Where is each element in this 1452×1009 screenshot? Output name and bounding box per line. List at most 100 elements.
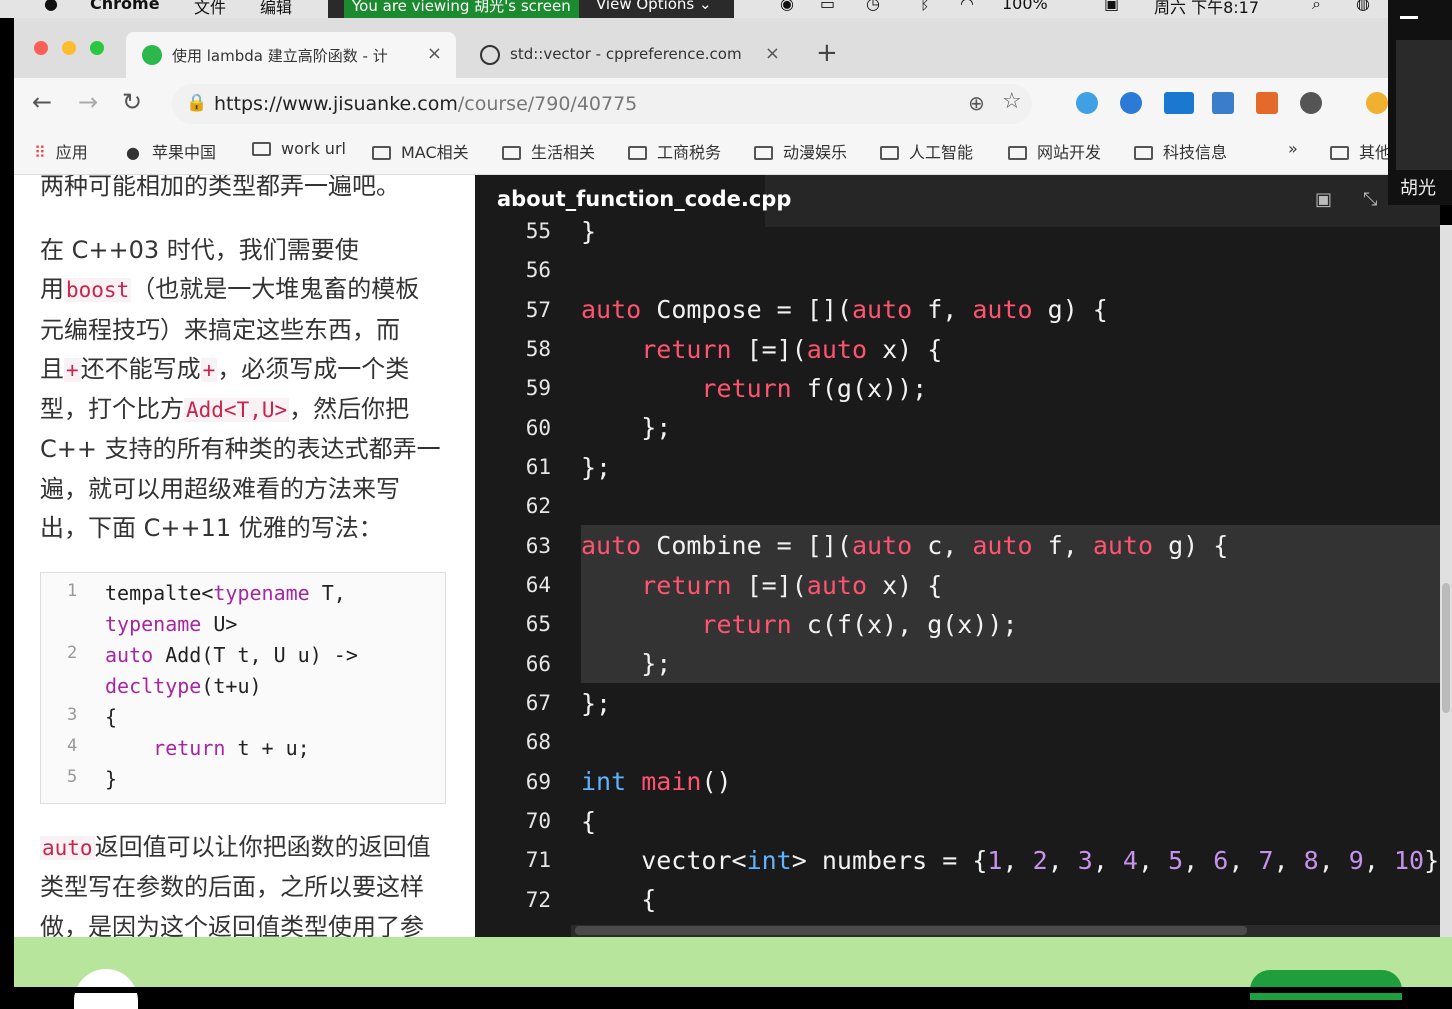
folder-icon: [880, 146, 899, 160]
code-line[interactable]: };: [581, 413, 671, 442]
bookmark-folder-tech[interactable]: 科技信息: [1134, 139, 1227, 163]
tab-close-icon[interactable]: ×: [765, 43, 780, 64]
code-line[interactable]: {: [581, 807, 596, 836]
inline-code: +: [64, 357, 81, 382]
horizontal-scrollbar-thumb[interactable]: [575, 926, 1247, 935]
bookmarks-more-button[interactable]: »: [1288, 139, 1298, 158]
menu-app-name[interactable]: Chrome: [90, 0, 160, 13]
extension-off-icon[interactable]: [1164, 92, 1194, 114]
spotlight-icon[interactable]: ⌕: [1312, 0, 1321, 14]
code-line[interactable]: };: [581, 453, 611, 482]
tab-cppreference[interactable]: std::vector - cppreference.com ×: [464, 32, 794, 78]
lock-icon[interactable]: 🔒: [186, 93, 207, 113]
bookmark-folder-webdev[interactable]: 网站开发: [1008, 139, 1101, 163]
view-options-label: View Options: [596, 0, 695, 13]
jisuanke-favicon-icon: [142, 45, 162, 65]
extension-icon[interactable]: [1300, 92, 1322, 114]
time-machine-icon[interactable]: ◷: [866, 0, 880, 13]
text: 且: [40, 354, 64, 383]
extension-icon[interactable]: [1120, 92, 1142, 114]
bookmark-folder-work-url[interactable]: work url: [252, 139, 346, 158]
line-number: 70: [525, 809, 551, 833]
line-number: 67: [525, 691, 551, 715]
code-keyword: return: [153, 736, 226, 760]
airplay-icon[interactable]: ▭: [820, 0, 835, 13]
extension-icon[interactable]: [1076, 92, 1098, 114]
line-number: 61: [525, 455, 551, 479]
code-line[interactable]: int main(): [581, 767, 732, 796]
maximize-window-icon[interactable]: [90, 41, 104, 55]
page-scrollbar-thumb[interactable]: [1442, 583, 1450, 713]
folder-icon: [252, 142, 271, 156]
clock-label[interactable]: 周六 下午8:17: [1154, 0, 1259, 18]
code-line[interactable]: return f(g(x));: [581, 374, 927, 403]
view-options-button[interactable]: View Options ⌄: [596, 0, 712, 13]
url-text[interactable]: https://www.jisuanke.com/course/790/4077…: [214, 93, 637, 115]
code-line[interactable]: return [=](auto x) {: [581, 571, 942, 600]
inline-code: boost: [64, 278, 132, 303]
bookmark-apps[interactable]: ⠿ 应用: [34, 139, 88, 163]
tab-label: 使用 lambda 建立高阶函数 - 计: [172, 47, 388, 65]
bookmark-star-icon[interactable]: ☆: [1002, 89, 1022, 114]
tab-close-icon[interactable]: ×: [427, 43, 442, 64]
save-icon[interactable]: ▣: [1315, 189, 1332, 210]
code-text: tempalte<typename T,: [105, 581, 346, 605]
input-method-icon[interactable]: ▣: [1104, 0, 1119, 13]
minimize-window-icon[interactable]: [62, 41, 76, 55]
article-line: 且+还不能写成+，必须写成一个类: [40, 350, 441, 390]
code-line[interactable]: return c(f(x), g(x));: [581, 610, 1017, 639]
line-number: 55: [525, 219, 551, 243]
siri-icon[interactable]: ◍: [1356, 0, 1370, 13]
editor-filename: about_function_code.cpp: [497, 187, 792, 211]
bookmark-folder-tax[interactable]: 工商税务: [628, 139, 721, 163]
bookmark-folder-other[interactable]: 其他: [1330, 139, 1388, 163]
bookmark-label: 科技信息: [1163, 143, 1228, 162]
bluetooth-icon[interactable]: ᛒ: [920, 0, 930, 13]
code-line[interactable]: auto Compose = [](auto f, auto g) {: [581, 295, 1108, 324]
code-line[interactable]: {: [581, 885, 656, 914]
forward-icon[interactable]: →: [78, 88, 98, 116]
cppreference-favicon-icon: [480, 45, 500, 65]
code-line[interactable]: };: [581, 649, 671, 678]
tab-jisuanke[interactable]: 使用 lambda 建立高阶函数 - 计 ×: [126, 32, 456, 78]
inline-code: Add<T,U>: [184, 398, 290, 423]
code-line[interactable]: };: [581, 689, 611, 718]
editor-gutter: 55 56 57 58 59 60 61 62 63 64 65 66 67 6…: [475, 219, 569, 937]
bookmark-apple-china[interactable]: ● 苹果中国: [126, 139, 216, 163]
code-line[interactable]: vector<int> numbers = {1, 2, 3, 4, 5, 6,…: [581, 846, 1440, 875]
collapse-icon[interactable]: ⤡: [1363, 189, 1377, 210]
browser-toolbar: ← → ↻ 🔒 https://www.jisuanke.com/course/…: [14, 78, 1388, 130]
extension-icon[interactable]: [1256, 92, 1278, 114]
text: 返回值可以让你把函数的返回值: [94, 833, 431, 861]
article-line: auto返回值可以让你把函数的返回值: [40, 828, 431, 868]
code-line[interactable]: return [=](auto x) {: [581, 335, 942, 364]
code-line[interactable]: }: [581, 217, 596, 246]
profile-avatar[interactable]: [1366, 92, 1388, 114]
apple-icon[interactable]: ●: [44, 0, 58, 13]
code-line[interactable]: auto Combine = [](auto c, auto f, auto g…: [581, 531, 1228, 560]
page-scrollbar[interactable]: [1440, 225, 1452, 937]
battery-label[interactable]: 100%: [1002, 0, 1048, 13]
status-icon[interactable]: ◉: [780, 0, 794, 13]
back-icon[interactable]: ←: [32, 88, 52, 116]
action-button[interactable]: [1250, 970, 1402, 1000]
bookmark-folder-life[interactable]: 生活相关: [502, 139, 595, 163]
new-tab-button[interactable]: +: [816, 38, 838, 68]
reload-icon[interactable]: ↻: [122, 88, 142, 116]
menu-edit[interactable]: 编辑: [260, 0, 292, 18]
wifi-icon[interactable]: ◠: [960, 0, 974, 13]
code-keyword: decltype: [105, 674, 202, 698]
extension-icon[interactable]: [1212, 92, 1234, 114]
bookmark-folder-mac[interactable]: MAC相关: [372, 139, 469, 163]
bookmark-folder-anime[interactable]: 动漫娱乐: [754, 139, 847, 163]
minimize-icon[interactable]: [1400, 16, 1418, 19]
close-window-icon[interactable]: [34, 41, 48, 55]
url-domain: https://www.jisuanke.com: [214, 93, 458, 115]
browser-tab-strip: 使用 lambda 建立高阶函数 - 计 × std::vector - cpp…: [14, 18, 1388, 78]
bookmark-folder-ai[interactable]: 人工智能: [880, 139, 973, 163]
menu-file[interactable]: 文件: [194, 0, 226, 18]
zoom-icon[interactable]: ⊕: [968, 91, 985, 115]
address-bar[interactable]: 🔒 https://www.jisuanke.com/course/790/40…: [172, 84, 1032, 124]
line-number: 68: [525, 730, 551, 754]
